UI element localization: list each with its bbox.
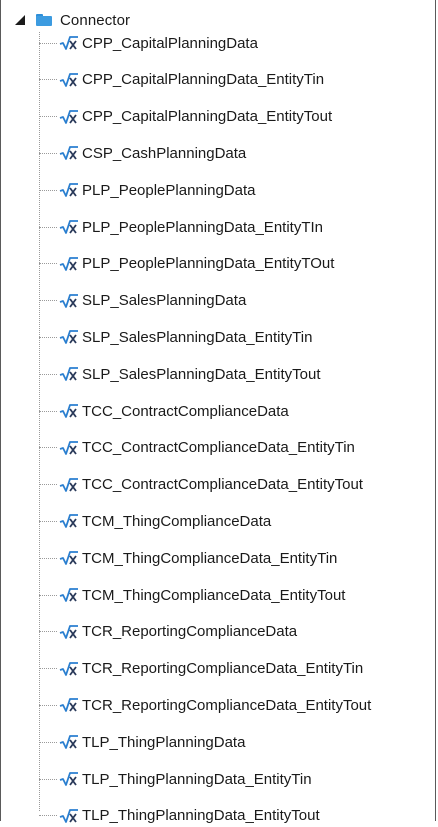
function-icon bbox=[59, 182, 79, 198]
tree-branch-line bbox=[39, 263, 57, 265]
tree-item[interactable]: CPP_CapitalPlanningData_EntityTin bbox=[39, 69, 324, 91]
tree-item[interactable]: TCC_ContractComplianceData bbox=[39, 400, 289, 422]
function-icon bbox=[59, 808, 79, 824]
tree-branch-line bbox=[39, 778, 57, 780]
tree-item-label: TCR_ReportingComplianceData_EntityTout bbox=[82, 696, 372, 714]
function-icon bbox=[59, 403, 79, 419]
tree-branch-line bbox=[39, 520, 57, 522]
function-icon bbox=[59, 219, 79, 235]
tree-branch-line bbox=[39, 373, 57, 375]
tree-item[interactable]: CPP_CapitalPlanningData_EntityTout bbox=[39, 106, 332, 128]
tree-item[interactable]: SLP_SalesPlanningData_EntityTout bbox=[39, 363, 321, 385]
function-icon bbox=[59, 293, 79, 309]
function-icon bbox=[59, 329, 79, 345]
tree-root-label: Connector bbox=[60, 11, 131, 29]
function-icon bbox=[59, 587, 79, 603]
tree-branch-line bbox=[39, 484, 57, 486]
tree-item[interactable]: TLP_ThingPlanningData_EntityTout bbox=[39, 805, 320, 827]
tree-item[interactable]: TCM_ThingComplianceData_EntityTout bbox=[39, 584, 345, 606]
tree-item[interactable]: TCC_ContractComplianceData_EntityTout bbox=[39, 474, 363, 496]
tree-branch-line bbox=[39, 815, 57, 817]
function-icon bbox=[59, 109, 79, 125]
tree-branch-line bbox=[39, 447, 57, 449]
tree-item[interactable]: TCM_ThingComplianceData_EntityTin bbox=[39, 547, 337, 569]
tree-item-label: TLP_ThingPlanningData bbox=[82, 733, 246, 751]
tree-item-label: TCC_ContractComplianceData_EntityTin bbox=[82, 439, 355, 457]
function-icon bbox=[59, 145, 79, 161]
tree-item[interactable]: PLP_PeoplePlanningData_EntityTIn bbox=[39, 216, 323, 238]
tree-item[interactable]: TLP_ThingPlanningData bbox=[39, 731, 245, 753]
tree-item[interactable]: TCR_ReportingComplianceData_EntityTout bbox=[39, 694, 371, 716]
tree-item-label: TCR_ReportingComplianceData bbox=[82, 623, 298, 641]
tree-item-label: TCR_ReportingComplianceData_EntityTin bbox=[82, 660, 364, 678]
tree-item-label: TCM_ThingComplianceData_EntityTout bbox=[82, 586, 346, 604]
tree-item[interactable]: SLP_SalesPlanningData bbox=[39, 290, 246, 312]
tree-item-label: CPP_CapitalPlanningData_EntityTout bbox=[82, 108, 333, 126]
function-icon bbox=[59, 256, 79, 272]
tree-item[interactable]: SLP_SalesPlanningData_EntityTin bbox=[39, 326, 312, 348]
tree-branch-line bbox=[39, 152, 57, 154]
tree-item[interactable]: PLP_PeoplePlanningData bbox=[39, 179, 255, 201]
tree-item[interactable]: TCC_ContractComplianceData_EntityTin bbox=[39, 437, 355, 459]
tree-item-label: TLP_ThingPlanningData_EntityTout bbox=[82, 807, 320, 825]
tree-item[interactable]: TCM_ThingComplianceData bbox=[39, 510, 271, 532]
tree-branch-line bbox=[39, 116, 57, 118]
function-icon bbox=[59, 366, 79, 382]
tree-item-label: TLP_ThingPlanningData_EntityTin bbox=[82, 770, 312, 788]
tree-item-label: SLP_SalesPlanningData_EntityTin bbox=[82, 328, 313, 346]
tree-item-label: TCM_ThingComplianceData_EntityTin bbox=[82, 549, 338, 567]
tree-item[interactable]: CPP_CapitalPlanningData bbox=[39, 32, 258, 54]
function-icon bbox=[59, 477, 79, 493]
tree-item-label: SLP_SalesPlanningData bbox=[82, 292, 247, 310]
expand-collapse-icon[interactable] bbox=[14, 13, 28, 27]
tree-branch-line bbox=[39, 189, 57, 191]
tree-item-label: CPP_CapitalPlanningData_EntityTin bbox=[82, 71, 325, 89]
tree-item-label: PLP_PeoplePlanningData_EntityTIn bbox=[82, 218, 323, 236]
function-icon bbox=[59, 72, 79, 88]
tree-item[interactable]: TCR_ReportingComplianceData_EntityTin bbox=[39, 658, 363, 680]
function-icon bbox=[59, 35, 79, 51]
tree-branch-line bbox=[39, 226, 57, 228]
function-icon bbox=[59, 771, 79, 787]
function-icon bbox=[59, 513, 79, 529]
function-icon bbox=[59, 734, 79, 750]
tree-item-label: SLP_SalesPlanningData_EntityTout bbox=[82, 365, 321, 383]
tree-root-connector[interactable]: Connector bbox=[14, 8, 130, 32]
tree-branch-line bbox=[39, 300, 57, 302]
folder-icon bbox=[36, 14, 52, 26]
tree-item-label: CSP_CashPlanningData bbox=[82, 144, 247, 162]
tree-item-label: TCM_ThingComplianceData bbox=[82, 512, 272, 530]
function-icon bbox=[59, 550, 79, 566]
tree-item[interactable]: TCR_ReportingComplianceData bbox=[39, 621, 297, 643]
tree-item[interactable]: CSP_CashPlanningData bbox=[39, 142, 246, 164]
tree-branch-line bbox=[39, 704, 57, 706]
tree-branch-line bbox=[39, 631, 57, 633]
tree-branch-line bbox=[39, 42, 57, 44]
tree-item[interactable]: TLP_ThingPlanningData_EntityTin bbox=[39, 768, 312, 790]
tree-branch-line bbox=[39, 557, 57, 559]
function-icon bbox=[59, 440, 79, 456]
function-icon bbox=[59, 697, 79, 713]
connector-tree: Connector CPP_CapitalPlanningData CPP_Cap… bbox=[0, 0, 438, 824]
tree-item-label: PLP_PeoplePlanningData bbox=[82, 181, 256, 199]
tree-branch-line bbox=[39, 410, 57, 412]
tree-branch-line bbox=[39, 668, 57, 670]
tree-item-label: TCC_ContractComplianceData_EntityTout bbox=[82, 476, 363, 494]
tree-branch-line bbox=[39, 594, 57, 596]
tree-item-label: TCC_ContractComplianceData bbox=[82, 402, 289, 420]
function-icon bbox=[59, 624, 79, 640]
tree-item-label: PLP_PeoplePlanningData_EntityTOut bbox=[82, 255, 335, 273]
tree-branch-line bbox=[39, 741, 57, 743]
tree-item-label: CPP_CapitalPlanningData bbox=[82, 34, 258, 52]
tree-item[interactable]: PLP_PeoplePlanningData_EntityTOut bbox=[39, 253, 334, 275]
tree-branch-line bbox=[39, 336, 57, 338]
tree-branch-line bbox=[39, 79, 57, 81]
function-icon bbox=[59, 661, 79, 677]
